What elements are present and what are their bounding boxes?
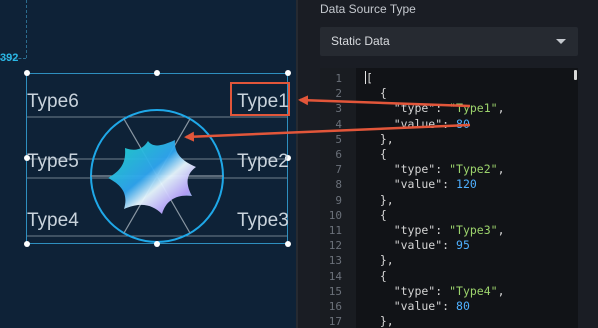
line-number: 9 — [335, 193, 342, 207]
code-text: { — [366, 86, 387, 101]
code-text: "value": — [366, 116, 457, 131]
resize-handle-se[interactable] — [285, 241, 291, 247]
code-text: "value": — [366, 299, 457, 313]
code-text: "type": — [366, 101, 450, 116]
code-text: "type": — [366, 162, 450, 177]
section-title: Data Source Type — [320, 2, 416, 16]
code-line: "value": 80 — [366, 116, 470, 131]
code-line: "type": "Type1", — [366, 103, 505, 115]
code-line: }, — [366, 192, 394, 207]
code-text: }, — [366, 192, 394, 207]
annotation-highlight-box — [230, 82, 290, 116]
code-text: "value": — [366, 238, 457, 253]
line-number: 12 — [328, 239, 342, 253]
code-number: 80 — [456, 116, 470, 131]
data-source-select-value: Static Data — [331, 34, 390, 48]
code-string: "Type4" — [449, 283, 498, 298]
data-source-select[interactable]: Static Data — [320, 27, 578, 56]
line-number-gutter: 1 2 3 4 5 6 7 8 9 10 11 12 13 14 15 16 17 — [320, 68, 356, 328]
resize-handle-ne[interactable] — [285, 70, 291, 76]
design-canvas[interactable]: 392 Type1 Type2 Type3 Type4 Type5 Type6 — [0, 0, 296, 328]
editor-scrollbar[interactable] — [574, 70, 577, 80]
code-number: 120 — [456, 177, 477, 192]
code-line: "value": 120 — [366, 179, 477, 191]
code-line: { — [366, 86, 387, 101]
radar-label-type5: Type5 — [27, 151, 79, 172]
json-code-editor[interactable]: 1 2 3 4 5 6 7 8 9 10 11 12 13 14 15 16 17 [ { "type": "T… — [320, 68, 578, 328]
code-line: "value": 95 — [366, 238, 470, 253]
code-text: , — [497, 101, 505, 116]
resize-handle-s[interactable] — [154, 241, 160, 247]
code-text: "type": — [366, 283, 450, 298]
line-number: 17 — [328, 315, 342, 328]
line-number: 16 — [328, 300, 342, 313]
line-number: 13 — [328, 254, 342, 268]
code-line: { — [366, 207, 387, 222]
code-text: }, — [366, 253, 394, 268]
line-number: 8 — [335, 178, 342, 192]
chevron-down-icon — [556, 39, 566, 44]
line-number: 14 — [328, 269, 342, 283]
line-number: 15 — [328, 284, 342, 298]
radar-label-type4: Type4 — [27, 210, 79, 231]
code-string: "Type2" — [449, 162, 498, 177]
line-number: 1 — [335, 72, 342, 85]
code-text: { — [366, 268, 387, 283]
code-number: 80 — [456, 299, 470, 313]
resize-handle-n[interactable] — [154, 70, 160, 76]
code-line: "type": "Type4", — [366, 283, 505, 298]
line-number: 7 — [335, 163, 342, 177]
config-panel: Data Source Type Static Data 1 2 3 4 5 6 7 8 9 10… — [298, 0, 598, 328]
code-line: }, — [366, 131, 394, 146]
radar-label-type3: Type3 — [237, 210, 289, 231]
code-string: "Type3" — [449, 223, 498, 237]
code-text: "value": — [366, 177, 457, 192]
code-text: , — [497, 162, 505, 177]
code-line: "type": "Type2", — [366, 162, 505, 177]
code-string: "Type1" — [449, 101, 498, 116]
resize-handle-nw[interactable] — [24, 70, 30, 76]
line-number: 5 — [335, 132, 342, 146]
code-line: [ — [366, 71, 373, 85]
code-text: }, — [366, 314, 394, 328]
code-line: { — [366, 147, 387, 161]
code-line: }, — [366, 255, 394, 267]
code-text: [ — [366, 71, 373, 85]
line-number: 3 — [335, 102, 342, 116]
line-number: 11 — [328, 224, 342, 237]
line-number: 2 — [335, 87, 342, 101]
code-text: , — [497, 223, 505, 237]
radar-label-type6: Type6 — [27, 91, 79, 112]
code-text: { — [366, 207, 387, 222]
code-line: { — [366, 268, 387, 283]
resize-handle-sw[interactable] — [24, 241, 30, 247]
line-number: 10 — [328, 208, 342, 222]
code-text: { — [366, 147, 387, 161]
text-cursor — [365, 71, 366, 84]
code-line: "value": 80 — [366, 299, 470, 313]
code-text: , — [497, 283, 505, 298]
line-number: 4 — [335, 117, 342, 131]
code-text: }, — [366, 131, 394, 146]
code-line: }, — [366, 314, 394, 328]
radar-label-type2: Type2 — [237, 151, 289, 172]
code-number: 95 — [456, 238, 470, 253]
code-line: "type": "Type3", — [366, 223, 505, 237]
code-text: "type": — [366, 223, 450, 237]
line-number: 6 — [335, 148, 342, 161]
